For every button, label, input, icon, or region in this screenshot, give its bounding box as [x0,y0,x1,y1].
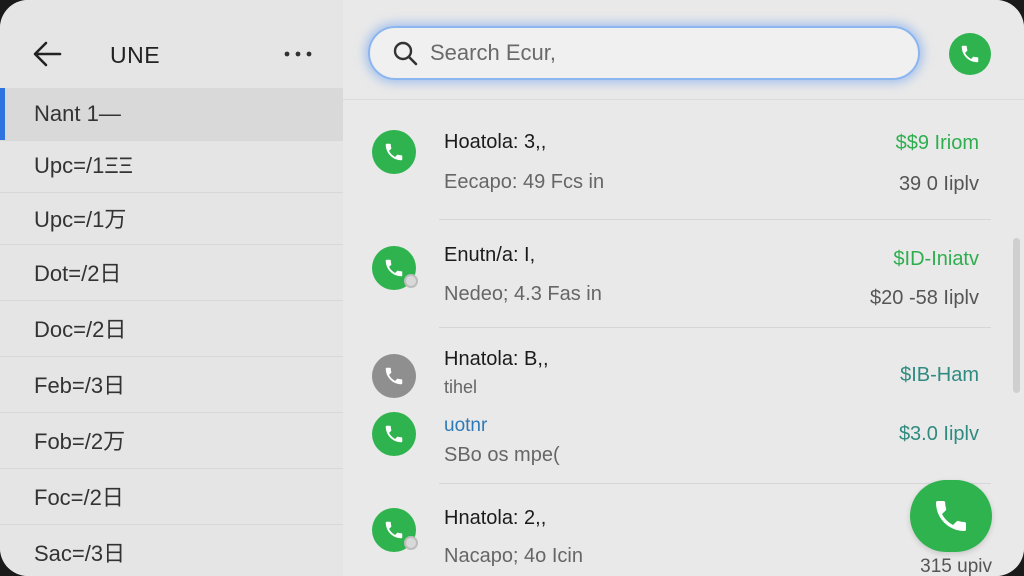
caller-name: uotnr [444,415,488,436]
call-meta: 39 0 Iiplv [898,173,979,195]
status-dot [404,274,418,288]
call-amount: $3.0 Iiplv [898,423,979,445]
call-status-icon[interactable] [372,354,416,398]
sidebar-item-label: Fob=/2万 [34,429,126,454]
sidebar-item-label: Feb=/3日 [34,373,126,398]
phone-icon [385,367,403,385]
search-icon [393,41,418,66]
sidebar-item-label: Upc=/1万 [34,207,127,232]
call-meta: $20 -58 Iiplv [870,287,979,309]
sidebar-item[interactable]: Dot=/2日 [0,244,343,300]
call-status-icon[interactable] [372,130,416,174]
list-item[interactable]: Hnatola: 2,, Nacapo; 4o Icin [343,484,1011,576]
fab-caption: 315 upiv [920,556,992,576]
sidebar-item[interactable]: Foc=/2日 [0,468,343,524]
sidebar-list: Nant 1— Upc=/1ΞΞ Upc=/1万 Dot=/2日 Doc=/2日… [0,88,343,576]
list-item[interactable]: uotnr SBo os mpe( $3.0 Iiplv [343,400,1011,484]
call-amount: $$9 Iriom [895,132,979,154]
search-bar[interactable] [368,26,920,80]
call-status-icon[interactable] [372,508,418,552]
more-options-button[interactable] [280,40,316,68]
call-detail: SBo os mpe( [444,444,560,466]
sidebar-item[interactable]: Fob=/2万 [0,412,343,468]
phone-icon [961,45,979,63]
main-panel: Hoatola: 3,, Eecapo: 49 Fcs in $$9 Iriom… [343,0,1024,576]
sidebar-item-label: Doc=/2日 [34,317,127,342]
phone-icon [385,259,403,277]
sidebar-item[interactable]: Upc=/1ΞΞ [0,140,343,192]
back-button[interactable] [30,36,68,72]
new-call-fab[interactable] [910,480,992,552]
call-status-icon[interactable] [372,412,416,456]
caller-name: Hnatola: B,, [444,348,549,370]
call-detail: tihel [444,377,478,397]
sidebar-item-label: Dot=/2日 [34,261,122,286]
caller-name: Hnatola: 2,, [444,507,547,529]
phone-icon [936,501,966,531]
call-detail: Nacapo; 4o Icin [444,545,583,567]
sidebar-item[interactable]: Doc=/2日 [0,300,343,356]
sidebar-title: UNE [110,42,161,68]
phone-icon [385,143,403,161]
list-item[interactable]: Enutn/a: I, Nedeo; 4.3 Fas in $ID-Iniatv… [343,220,1011,328]
call-amount: $ID-Iniatv [893,248,979,270]
phone-icon [385,425,403,443]
phone-icon [385,521,403,539]
list-item[interactable]: Hoatola: 3,, Eecapo: 49 Fcs in $$9 Iriom… [343,100,1011,220]
sidebar-item[interactable]: Nant 1— [0,88,343,140]
call-button[interactable] [949,33,991,75]
sidebar-item-label: Foc=/2日 [34,485,124,510]
call-detail: Eecapo: 49 Fcs in [444,171,605,193]
sidebar-item-label: Nant 1— [34,101,121,126]
caller-name: Hoatola: 3,, [444,131,547,153]
sidebar-item[interactable]: Sac=/3日 [0,524,343,576]
sidebar: UNE Nant 1— Upc=/1ΞΞ Upc=/1万 Dot=/2日 Doc… [0,0,343,576]
arrow-left-icon [33,41,62,67]
app-window: UNE Nant 1— Upc=/1ΞΞ Upc=/1万 Dot=/2日 Doc… [0,0,1024,576]
caller-name: Enutn/a: I, [444,244,536,266]
sidebar-header: UNE [0,0,343,88]
status-dot [404,536,418,550]
list-item[interactable]: Hnatola: B,, tihel $IB-Ham [343,328,1011,400]
call-detail: Nedeo; 4.3 Fas in [444,283,602,305]
call-status-icon[interactable] [372,246,418,290]
sidebar-item-label: Upc=/1ΞΞ [34,153,133,178]
more-horizontal-icon [284,51,312,57]
sidebar-item[interactable]: Feb=/3日 [0,356,343,412]
sidebar-item-label: Sac=/3日 [34,541,126,566]
scrollbar[interactable] [1013,238,1020,393]
search-input[interactable] [430,40,870,66]
call-amount: $IB-Ham [900,364,979,386]
sidebar-item[interactable]: Upc=/1万 [0,192,343,244]
main-header [343,0,1024,100]
